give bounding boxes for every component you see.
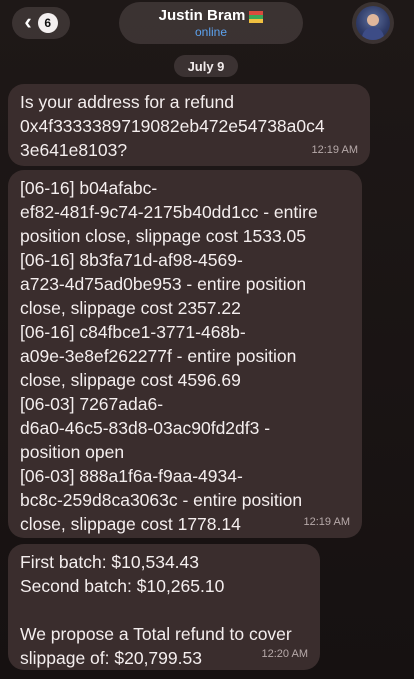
back-button[interactable]: ‹ 6 — [12, 7, 70, 39]
contact-name: Justin Bram — [158, 7, 246, 24]
date-separator: July 9 — [174, 55, 238, 77]
message-time: 12:19 AM — [311, 144, 358, 156]
contact-info[interactable]: Justin Bram online — [119, 2, 303, 44]
message-bubble[interactable]: First batch: $10,534.43 Second batch: $1… — [8, 544, 320, 670]
unread-count-badge: 6 — [37, 13, 58, 33]
avatar-body — [362, 27, 384, 40]
contact-name-row: Justin Bram — [159, 7, 264, 25]
avatar-face — [367, 14, 379, 26]
emoji-status-icon — [249, 10, 264, 24]
message-bubble[interactable]: [06-16] b04afabc- ef82-481f-9c74-2175b40… — [8, 170, 362, 538]
avatar-image — [356, 6, 390, 40]
message-time: 12:19 AM — [303, 516, 350, 528]
chat-header: ‹ 6 Justin Bram online — [0, 0, 414, 52]
message-text: [06-16] b04afabc- ef82-481f-9c74-2175b40… — [20, 178, 318, 534]
avatar[interactable] — [352, 2, 394, 44]
message-bubble[interactable]: Is your address for a refund 0x4f3333389… — [8, 84, 370, 166]
message-time: 12:20 AM — [261, 648, 308, 660]
message-text: Is your address for a refund 0x4f3333389… — [20, 92, 325, 160]
contact-status: online — [194, 25, 228, 39]
chevron-left-icon: ‹ — [24, 9, 32, 34]
